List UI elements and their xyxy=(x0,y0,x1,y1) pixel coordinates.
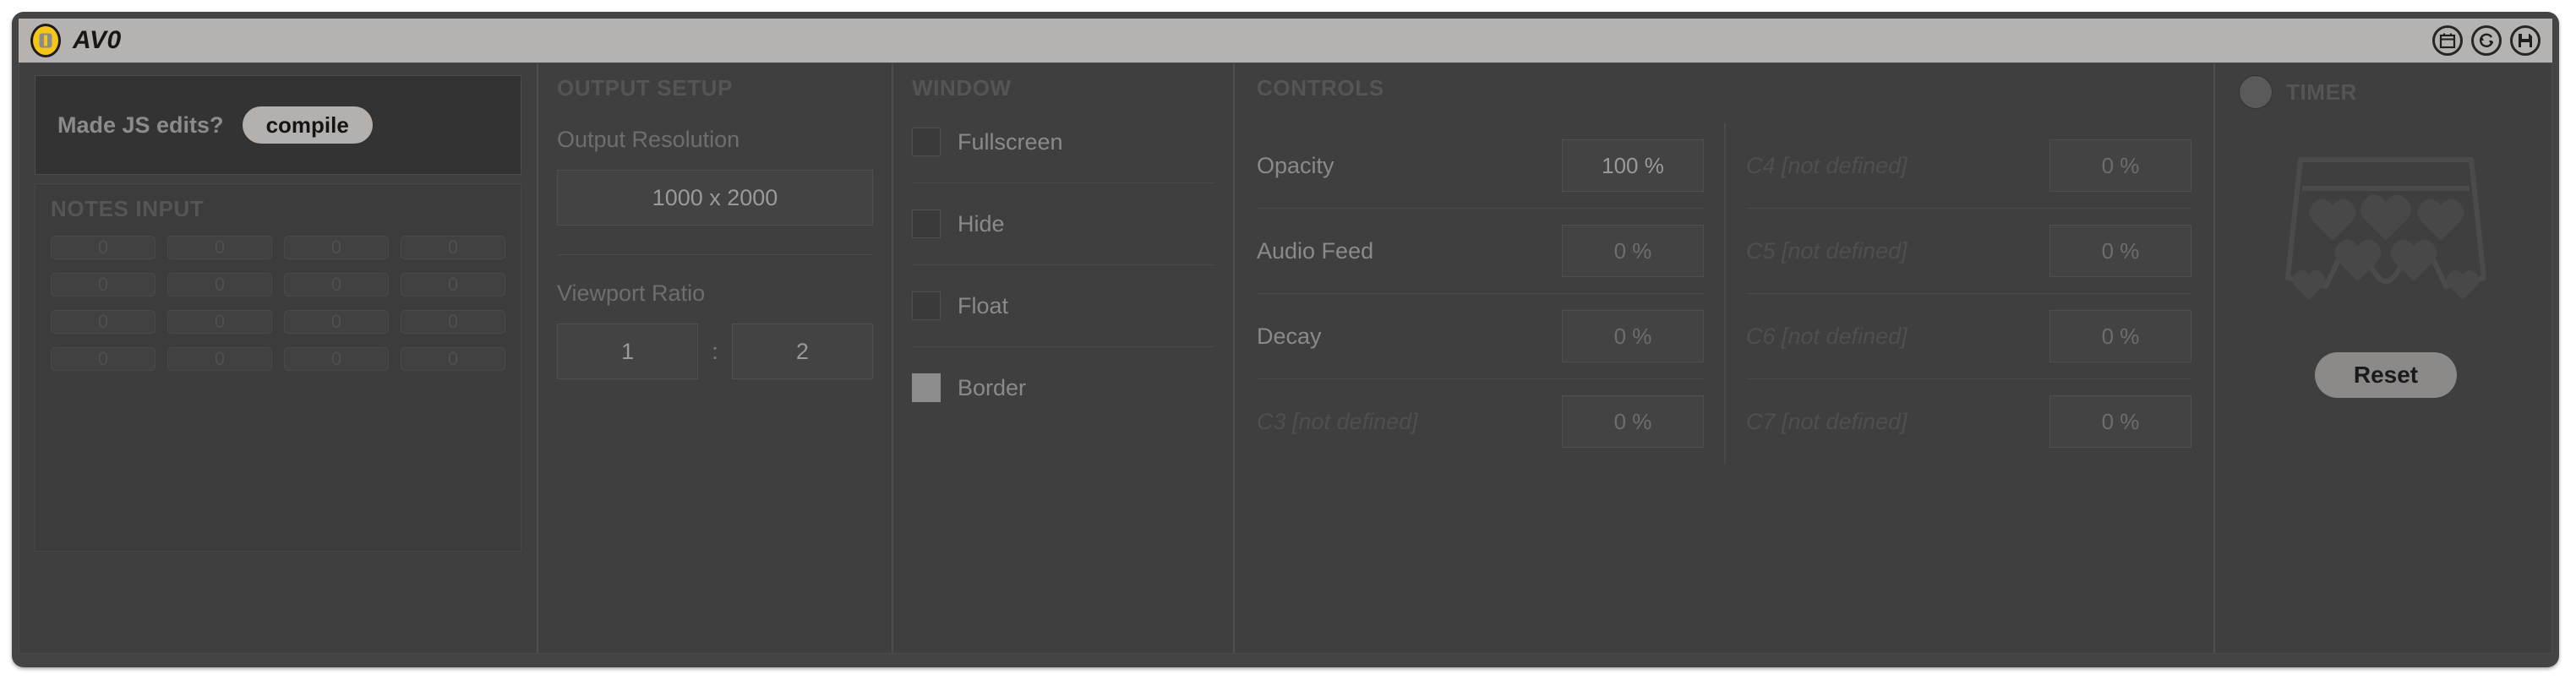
control-label-c6: C6 [not defined] xyxy=(1746,323,1907,349)
boxer-shorts-glyph xyxy=(2285,157,2486,300)
timer-title: TIMER xyxy=(2286,79,2357,105)
boxer-shorts-hearts-icon xyxy=(2280,146,2491,315)
viewport-ratio-separator: : xyxy=(712,338,718,364)
refresh-glyph xyxy=(2479,33,2494,47)
title-bar: AV0 xyxy=(19,19,2552,63)
window-title-label: WINDOW xyxy=(912,75,1012,101)
js-edits-panel: Made JS edits? compile xyxy=(35,75,521,175)
control-row-decay: Decay 0 % xyxy=(1257,294,1704,379)
border-label: Border xyxy=(958,374,1027,400)
float-label: Float xyxy=(958,292,1009,318)
window-option-float[interactable]: Float xyxy=(912,265,1214,347)
controls-column: CONTROLS Opacity 100 % Audio Feed 0 % De… xyxy=(1235,63,2213,653)
control-value-c5[interactable]: 0 % xyxy=(2049,225,2191,277)
viewport-ratio-label: Viewport Ratio xyxy=(557,280,706,306)
calendar-icon[interactable] xyxy=(2432,25,2463,56)
note-cell[interactable]: 0 xyxy=(284,273,389,297)
note-cell[interactable]: 0 xyxy=(284,347,389,371)
power-indicator-icon[interactable] xyxy=(30,24,61,57)
control-value-c4[interactable]: 0 % xyxy=(2049,139,2191,192)
output-resolution-value[interactable]: 1000 x 2000 xyxy=(557,170,873,226)
window-title: AV0 xyxy=(73,26,122,54)
floppy-glyph xyxy=(2519,34,2532,47)
controls-right-group: C4 [not defined] 0 % C5 [not defined] 0 … xyxy=(1724,123,2191,464)
note-cell[interactable]: 0 xyxy=(51,273,156,297)
note-cell[interactable]: 0 xyxy=(284,310,389,334)
note-cell[interactable]: 0 xyxy=(167,310,272,334)
control-label-opacity: Opacity xyxy=(1257,152,1334,178)
control-row-c4: C4 [not defined] 0 % xyxy=(1746,123,2191,209)
window-column: WINDOW Fullscreen Hide Float Border xyxy=(893,63,1235,653)
note-cell[interactable]: 0 xyxy=(167,273,272,297)
control-row-c7: C7 [not defined] 0 % xyxy=(1746,379,2191,464)
title-bar-left: AV0 xyxy=(30,24,122,57)
note-cell[interactable]: 0 xyxy=(167,347,272,371)
control-value-c6[interactable]: 0 % xyxy=(2049,310,2191,362)
control-row-c5: C5 [not defined] 0 % xyxy=(1746,209,2191,294)
control-label-c3: C3 [not defined] xyxy=(1257,408,1418,434)
control-row-c6: C6 [not defined] 0 % xyxy=(1746,294,2191,379)
control-label-audio-feed: Audio Feed xyxy=(1257,237,1374,264)
main-panel: Made JS edits? compile NOTES INPUT 0 0 0… xyxy=(19,63,2552,654)
control-label-c7: C7 [not defined] xyxy=(1746,408,1907,434)
timer-header: TIMER xyxy=(2239,75,2357,109)
control-value-decay[interactable]: 0 % xyxy=(1562,310,1704,362)
note-cell[interactable]: 0 xyxy=(51,310,156,334)
control-value-opacity[interactable]: 100 % xyxy=(1562,139,1704,192)
control-value-audio-feed[interactable]: 0 % xyxy=(1562,225,1704,277)
note-cell[interactable]: 0 xyxy=(401,347,505,371)
reset-button[interactable]: Reset xyxy=(2314,352,2458,398)
output-setup-divider xyxy=(557,254,873,255)
window-option-fullscreen[interactable]: Fullscreen xyxy=(912,101,1214,183)
application-window: AV0 Made JS edits? compile NOTES INPUT 0… xyxy=(12,12,2559,667)
note-cell[interactable]: 0 xyxy=(167,236,272,259)
note-cell[interactable]: 0 xyxy=(51,347,156,371)
viewport-ratio-height[interactable]: 2 xyxy=(731,324,874,379)
output-resolution-label: Output Resolution xyxy=(557,127,740,152)
control-label-decay: Decay xyxy=(1257,323,1322,349)
compile-button[interactable]: compile xyxy=(242,106,373,144)
notes-column: Made JS edits? compile NOTES INPUT 0 0 0… xyxy=(19,63,538,653)
control-row-c3: C3 [not defined] 0 % xyxy=(1257,379,1704,464)
control-value-c3[interactable]: 0 % xyxy=(1562,395,1704,448)
control-value-c7[interactable]: 0 % xyxy=(2049,395,2191,448)
controls-left-group: Opacity 100 % Audio Feed 0 % Decay 0 % C… xyxy=(1257,123,1724,464)
notes-grid: 0 0 0 0 0 0 0 0 0 0 0 0 0 0 0 0 xyxy=(51,236,505,371)
note-cell[interactable]: 0 xyxy=(401,236,505,259)
control-label-c5: C5 [not defined] xyxy=(1746,237,1907,264)
control-label-c4: C4 [not defined] xyxy=(1746,152,1907,178)
viewport-ratio-row: 1 : 2 xyxy=(557,324,874,379)
title-bar-actions xyxy=(2432,25,2541,56)
control-row-opacity: Opacity 100 % xyxy=(1257,123,1704,209)
notes-input-title: NOTES INPUT xyxy=(51,196,205,221)
border-checkbox[interactable] xyxy=(912,373,941,402)
timer-toggle[interactable] xyxy=(2239,75,2273,109)
fullscreen-checkbox[interactable] xyxy=(912,128,941,156)
fullscreen-label: Fullscreen xyxy=(958,128,1063,155)
window-option-hide[interactable]: Hide xyxy=(912,183,1214,265)
output-setup-column: OUTPUT SETUP Output Resolution 1000 x 20… xyxy=(538,63,893,653)
notes-input-panel: NOTES INPUT 0 0 0 0 0 0 0 0 0 0 0 0 0 0 … xyxy=(35,183,521,552)
float-checkbox[interactable] xyxy=(912,291,941,320)
save-icon[interactable] xyxy=(2510,25,2541,56)
controls-title: CONTROLS xyxy=(1257,75,1384,101)
note-cell[interactable]: 0 xyxy=(401,310,505,334)
hide-checkbox[interactable] xyxy=(912,209,941,238)
note-cell[interactable]: 0 xyxy=(284,236,389,259)
control-row-audio-feed: Audio Feed 0 % xyxy=(1257,209,1704,294)
calendar-glyph xyxy=(2439,33,2456,49)
window-option-border[interactable]: Border xyxy=(912,347,1214,428)
controls-grid: Opacity 100 % Audio Feed 0 % Decay 0 % C… xyxy=(1257,123,2191,464)
hide-label: Hide xyxy=(958,210,1005,237)
refresh-icon[interactable] xyxy=(2471,25,2502,56)
note-cell[interactable]: 0 xyxy=(401,273,505,297)
js-edits-label: Made JS edits? xyxy=(57,112,224,138)
output-setup-title: OUTPUT SETUP xyxy=(557,75,733,101)
viewport-ratio-width[interactable]: 1 xyxy=(557,324,699,379)
timer-column: TIMER Reset xyxy=(2213,63,2551,653)
note-cell[interactable]: 0 xyxy=(51,236,156,259)
